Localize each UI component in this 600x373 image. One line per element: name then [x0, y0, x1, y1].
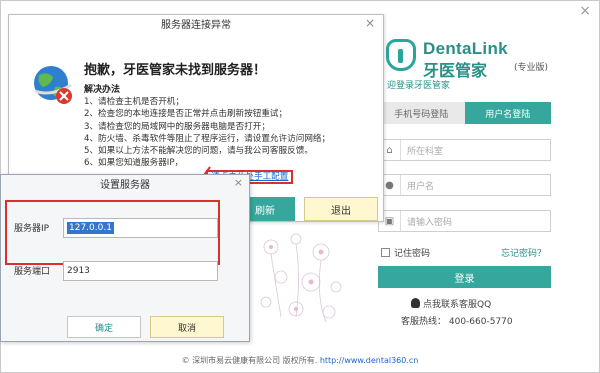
server-ip-label: 服务器IP — [14, 224, 50, 234]
tab-phone-login[interactable]: 手机号码登陆 — [378, 102, 465, 124]
welcome-text: 迎登录牙医管家 — [387, 81, 451, 91]
error-dialog-title: 服务器连接异常 — [161, 20, 231, 31]
password-placeholder: 请输入密码 — [407, 217, 453, 228]
username-placeholder: 用户名 — [407, 181, 435, 192]
footer: © 深圳市易云健康有限公司 版权所有. http://www.dental360… — [1, 355, 599, 366]
username-field[interactable]: ● 用户名 — [378, 174, 551, 196]
qq-icon — [411, 298, 420, 308]
network-error-icon — [34, 66, 72, 104]
solution-heading: 解决办法 — [84, 85, 121, 95]
remember-password[interactable]: 记住密码 — [381, 246, 430, 259]
solution-step: 2、检查您的本地连接是否正常并点击刷新按钮重试； — [84, 109, 288, 120]
department-field[interactable]: ⌂ 所在科室 — [378, 139, 551, 161]
tooth-logo-icon — [386, 39, 416, 71]
remember-label: 记住密码 — [394, 249, 431, 259]
exit-button[interactable]: 退出 — [304, 197, 378, 221]
dentalink-logo: DentaLink 牙医管家 (专业版) — [386, 39, 556, 80]
solution-steps: 1、请检查主机是否开机； 2、检查您的本地连接是否正常并点击刷新按钮重试； 3、… — [84, 96, 330, 170]
website-link[interactable]: http://www.dental360.cn — [320, 356, 419, 365]
close-icon[interactable]: × — [234, 176, 243, 189]
error-heading: 抱歉，牙医管家未找到服务器！ — [84, 63, 267, 78]
solution-step: 5、如果以上方法不能解决您的问题，请与我公司客服反馈。 — [84, 146, 313, 157]
brand-name-en: DentaLink — [423, 39, 508, 58]
remember-checkbox[interactable] — [381, 248, 390, 257]
floral-decoration — [260, 233, 342, 322]
server-settings-dialog: 设置服务器 × 服务器IP 127.0.0.1 服务端口 2913 确定 取消 — [0, 174, 250, 342]
solution-step: 4、防火墙、杀毒软件等阻止了程序运行，请设置允许访问网络； — [84, 133, 331, 144]
server-ip-value: 127.0.0.1 — [67, 222, 114, 234]
server-ip-input[interactable]: 127.0.0.1 — [63, 218, 218, 238]
settings-dialog-title: 设置服务器 — [100, 180, 150, 191]
contact-qq-label: 点我联系客服QQ — [423, 300, 492, 310]
server-port-label: 服务端口 — [14, 267, 51, 277]
contact-qq-link[interactable]: 点我联系客服QQ — [411, 297, 491, 310]
copyright-text: © 深圳市易云健康有限公司 版权所有. — [181, 356, 318, 365]
solution-step: 3、请检查您的局域网中的服务器电脑是否打开； — [84, 121, 270, 132]
cancel-button[interactable]: 取消 — [150, 316, 224, 338]
solution-step: 1、请检查主机是否开机； — [84, 97, 184, 107]
forgot-password-link[interactable]: 忘记密码？ — [501, 246, 546, 259]
hotline-text: 客服热线： 400-660-5770 — [401, 317, 513, 327]
close-icon[interactable]: × — [365, 16, 375, 30]
password-field[interactable]: ▣ 请输入密码 — [378, 210, 551, 232]
login-tabs: 手机号码登陆 用户名登陆 — [378, 102, 551, 124]
login-close-icon[interactable]: × — [579, 3, 591, 19]
server-port-input[interactable]: 2913 — [63, 261, 218, 281]
ok-button[interactable]: 确定 — [67, 316, 141, 338]
login-button[interactable]: 登录 — [378, 266, 551, 288]
edition-label: (专业版) — [514, 63, 549, 73]
tab-username-login[interactable]: 用户名登陆 — [464, 102, 551, 124]
server-fields-group: 服务器IP 127.0.0.1 服务端口 2913 — [5, 200, 220, 281]
department-placeholder: 所在科室 — [407, 146, 444, 157]
